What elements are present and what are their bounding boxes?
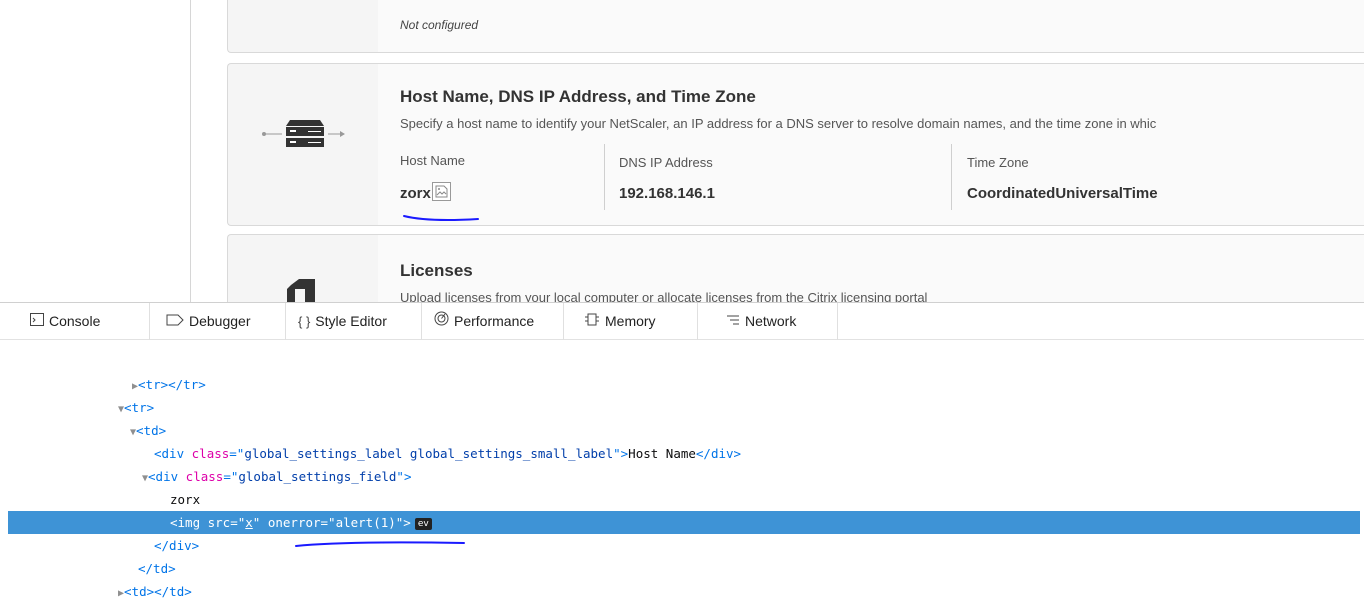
settings-card-host-name[interactable]: Host Name, DNS IP Address, and Time Zone… xyxy=(227,63,1364,226)
memory-icon xyxy=(584,303,600,340)
status-text: Not configured xyxy=(400,18,479,32)
page-viewport: Not configured Host Name, DNS IP Address… xyxy=(0,0,1364,302)
time-zone-value: CoordinatedUniversalTime xyxy=(967,185,1158,202)
tab-debugger[interactable]: Debugger xyxy=(156,303,286,340)
inspector-toolbar xyxy=(0,340,1364,372)
tab-network[interactable]: Network xyxy=(716,303,838,340)
settings-card-licenses[interactable]: Licenses Upload licenses from your local… xyxy=(227,234,1364,302)
card-icon-column xyxy=(228,0,379,52)
host-name-value[interactable]: zorx xyxy=(400,182,451,202)
card-title: Licenses xyxy=(400,261,473,280)
tab-memory[interactable]: Memory xyxy=(574,303,698,340)
tab-label: Debugger xyxy=(189,313,251,329)
tab-label: Console xyxy=(49,313,101,329)
dom-node-row[interactable]: </div> xyxy=(0,534,1352,557)
tab-label: Network xyxy=(745,313,797,329)
dom-node-row[interactable]: ▼<td> xyxy=(0,419,1352,442)
field-divider xyxy=(951,144,952,210)
devtools-tab-bar: Console Debugger { } Style Editor Perfor… xyxy=(0,302,1364,340)
time-zone-label: Time Zone xyxy=(967,155,1029,170)
dom-node-row[interactable]: ▼<tr> xyxy=(0,396,1352,419)
host-name-label: Host Name xyxy=(400,153,466,168)
license-icon xyxy=(287,279,315,302)
field-divider xyxy=(604,144,605,210)
performance-icon xyxy=(434,303,449,340)
dom-text-node-row[interactable]: zorx xyxy=(0,488,1352,511)
tab-performance[interactable]: Performance xyxy=(424,303,564,340)
dom-node-row[interactable]: ▼<div class="global_settings_field"> xyxy=(0,465,1352,488)
host-name-text: zorx xyxy=(400,185,431,202)
annotation-underline xyxy=(403,215,479,221)
dom-node-row[interactable]: <div class="global_settings_label global… xyxy=(0,442,1352,465)
card-description: Specify a host name to identify your Net… xyxy=(400,116,1157,131)
left-sidebar-border xyxy=(190,0,191,302)
broken-image-icon xyxy=(431,182,451,201)
card-description: Upload licenses from your local computer… xyxy=(400,290,928,302)
style-editor-icon: { } xyxy=(298,314,311,329)
card-icon-column xyxy=(228,64,379,225)
settings-card-previous[interactable]: Not configured xyxy=(227,0,1364,53)
server-icon xyxy=(262,120,345,147)
dns-ip-label: DNS IP Address xyxy=(619,155,713,170)
card-title: Host Name, DNS IP Address, and Time Zone xyxy=(400,87,756,106)
tab-console[interactable]: Console xyxy=(20,303,150,340)
tab-label: Style Editor xyxy=(315,313,387,329)
dom-node-row[interactable]: </td> xyxy=(0,557,1352,580)
debugger-icon xyxy=(166,303,184,340)
console-icon xyxy=(30,303,44,340)
dom-node-row[interactable]: ▶<tr></tr> xyxy=(0,373,1352,396)
tab-style-editor[interactable]: { } Style Editor xyxy=(288,303,422,340)
dom-node-row[interactable]: ▶<td></td> xyxy=(0,580,1352,603)
dns-ip-value: 192.168.146.1 xyxy=(619,185,715,202)
tab-label: Memory xyxy=(605,313,656,329)
event-badge[interactable]: ev xyxy=(414,518,432,530)
network-icon xyxy=(726,303,740,340)
dom-node-row-selected[interactable]: <img src="x" onerror="alert(1)"> ev xyxy=(8,511,1360,534)
tab-label: Performance xyxy=(454,313,535,329)
annotation-underline xyxy=(295,541,465,547)
card-icon-column xyxy=(228,235,379,302)
